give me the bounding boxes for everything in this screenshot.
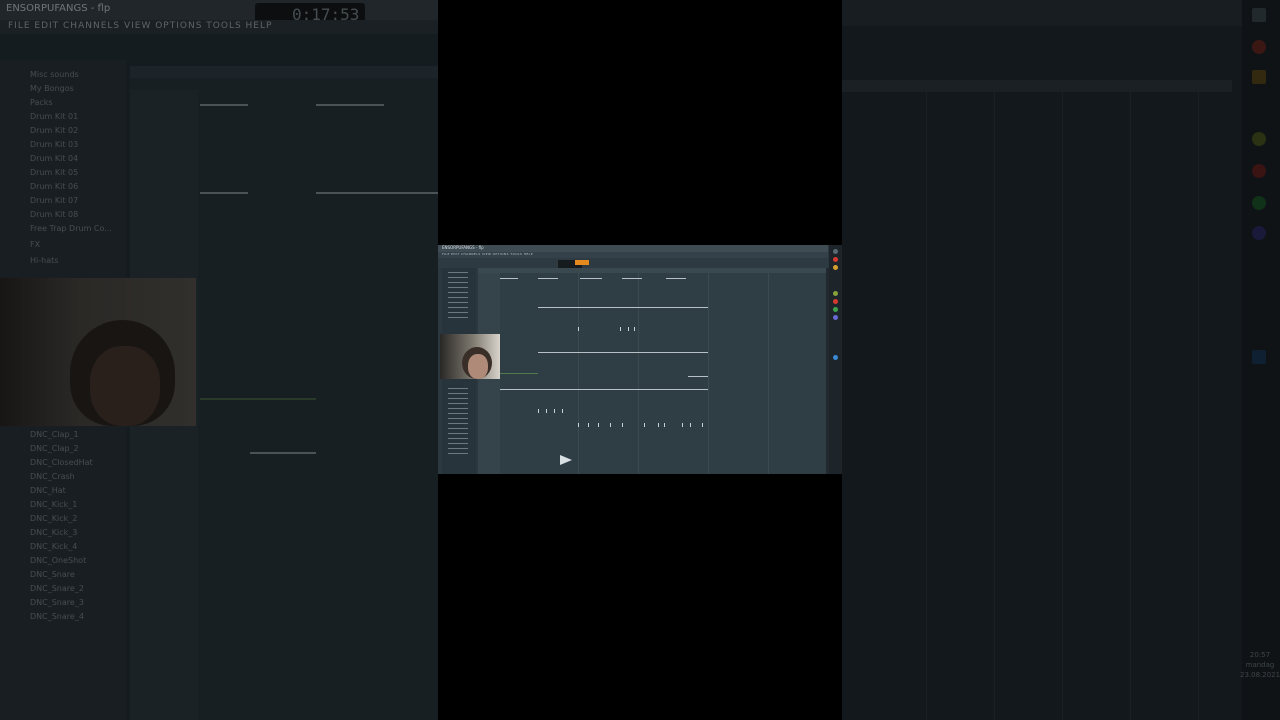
- app-icon[interactable]: [1252, 164, 1266, 178]
- clip[interactable]: [538, 389, 708, 390]
- pattern-clip[interactable]: [316, 192, 438, 194]
- channel-item[interactable]: DNC_ClosedHat: [30, 458, 93, 467]
- channel-item[interactable]: DNC_Snare_2: [30, 584, 84, 593]
- clip[interactable]: [500, 278, 518, 279]
- fl-studio-screen: ENSORPUFANGS - flp FILE EDIT CHANNELS VI…: [438, 245, 842, 474]
- browser-item[interactable]: Misc sounds: [30, 70, 79, 79]
- grid-line: [1198, 92, 1199, 720]
- channel-item[interactable]: DNC_Snare_4: [30, 612, 84, 621]
- taskbar-clock: 20:57 mandag 23.08.2021: [1240, 650, 1280, 680]
- channel-item[interactable]: DNC_Crash: [30, 472, 75, 481]
- right-toolbar: [842, 0, 1242, 26]
- cpu-meter: [575, 260, 589, 265]
- webcam-overlay-blurred: [0, 278, 196, 426]
- browser-item[interactable]: Drum Kit 02: [30, 126, 78, 135]
- webcam-overlay: [440, 334, 500, 379]
- clock-day: mandag: [1245, 661, 1275, 669]
- channel-item[interactable]: DNC_Clap_1: [30, 430, 79, 439]
- automation-clip[interactable]: [200, 398, 316, 400]
- browser-item[interactable]: Drum Kit 01: [30, 112, 78, 121]
- spotify-icon[interactable]: [1252, 196, 1266, 210]
- clip[interactable]: [622, 278, 642, 279]
- automation-clip-small[interactable]: [500, 373, 538, 374]
- clip[interactable]: [666, 278, 686, 279]
- toolbar: [438, 258, 828, 268]
- title-bar: [438, 245, 828, 252]
- menu-items[interactable]: FILE EDIT CHANNELS VIEW OPTIONS TOOLS HE…: [442, 252, 533, 256]
- clip[interactable]: [580, 278, 602, 279]
- browser-item[interactable]: Drum Kit 06: [30, 182, 78, 191]
- fl-studio-icon[interactable]: [1252, 132, 1266, 146]
- fl-title-text: ENSORPUFANGS - flp: [6, 3, 111, 14]
- browser-item[interactable]: Drum Kit 05: [30, 168, 78, 177]
- pattern-clip[interactable]: [250, 452, 316, 454]
- window-title: ENSORPUFANGS - flp: [442, 245, 484, 250]
- fl-menu-text[interactable]: FILE EDIT CHANNELS VIEW OPTIONS TOOLS HE…: [8, 21, 272, 31]
- app-m-icon[interactable]: [1252, 350, 1266, 364]
- clip[interactable]: [688, 376, 708, 377]
- channel-item[interactable]: DNC_Kick_2: [30, 514, 77, 523]
- pattern-clip[interactable]: [200, 104, 248, 106]
- clip[interactable]: [538, 307, 708, 308]
- browser-item[interactable]: Drum Kit 08: [30, 210, 78, 219]
- playlist-header: [130, 66, 438, 78]
- playlist-timeline[interactable]: [478, 268, 828, 273]
- right-playlist-header: [842, 80, 1232, 92]
- grid-line: [1130, 92, 1131, 720]
- right-blurred-panel: [842, 0, 1280, 720]
- grid-line: [1062, 92, 1063, 720]
- browser-item[interactable]: My Bongos: [30, 84, 74, 93]
- clock-time: 20:57: [1249, 651, 1271, 659]
- channel-item[interactable]: DNC_Hat: [30, 486, 66, 495]
- grid-line: [926, 92, 927, 720]
- browser-item[interactable]: Hi-hats: [30, 256, 58, 265]
- chrome-icon[interactable]: [1252, 40, 1266, 54]
- channel-item[interactable]: DNC_Snare: [30, 570, 75, 579]
- clock-date: 23.08.2021: [1240, 671, 1280, 679]
- browser-item[interactable]: Drum Kit 04: [30, 154, 78, 163]
- discord-icon[interactable]: [1252, 226, 1266, 240]
- clip[interactable]: [500, 389, 538, 390]
- playlist-small[interactable]: [478, 268, 828, 474]
- pattern-clip[interactable]: [200, 192, 248, 194]
- mouse-cursor-icon: [560, 455, 572, 465]
- channel-item[interactable]: DNC_Snare_3: [30, 598, 84, 607]
- browser-item[interactable]: FX: [30, 240, 40, 249]
- clip[interactable]: [538, 352, 708, 353]
- grid-line: [994, 92, 995, 720]
- channel-item[interactable]: DNC_Kick_1: [30, 500, 77, 509]
- clip[interactable]: [538, 278, 558, 279]
- pattern-clip[interactable]: [316, 104, 384, 106]
- channel-item[interactable]: DNC_Kick_3: [30, 528, 77, 537]
- windows-start-icon[interactable]: [1252, 8, 1266, 22]
- browser-item[interactable]: Drum Kit 07: [30, 196, 78, 205]
- folder-icon[interactable]: [1252, 70, 1266, 84]
- browser-item[interactable]: Packs: [30, 98, 53, 107]
- channel-item[interactable]: DNC_OneShot: [30, 556, 86, 565]
- channel-item[interactable]: DNC_Kick_4: [30, 542, 77, 551]
- browser-item[interactable]: Drum Kit 03: [30, 140, 78, 149]
- browser-item[interactable]: Free Trap Drum Co...: [30, 224, 112, 233]
- channel-item[interactable]: DNC_Clap_2: [30, 444, 79, 453]
